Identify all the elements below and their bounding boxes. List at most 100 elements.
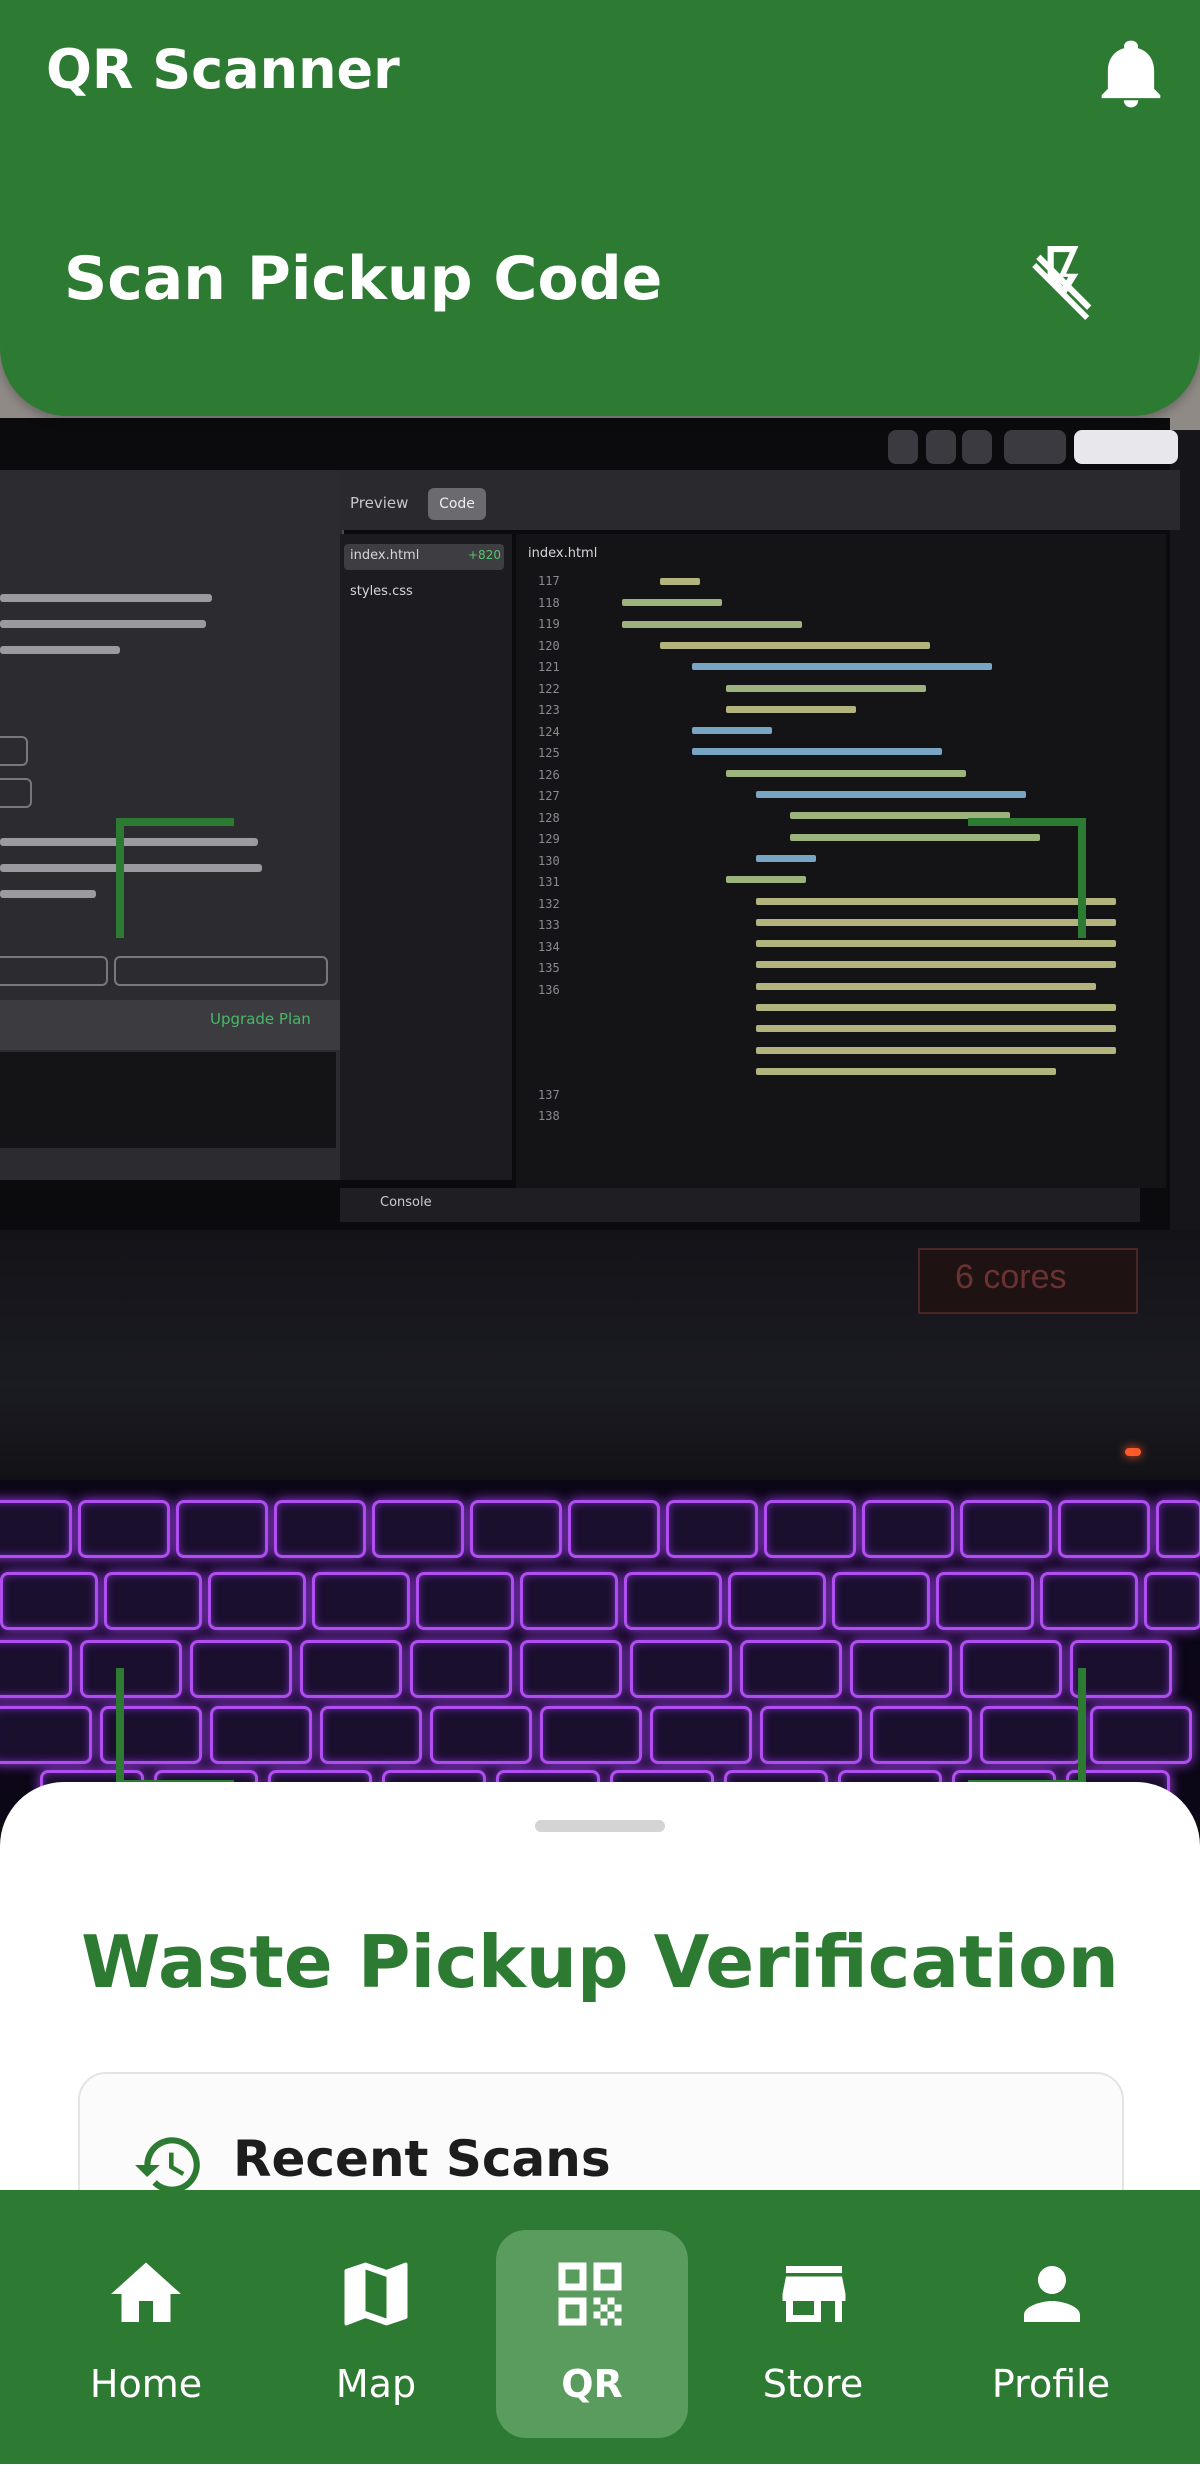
keyboard-key — [430, 1706, 532, 1764]
keyboard-key — [1144, 1572, 1200, 1630]
screen-code-line — [756, 1004, 1116, 1011]
keyboard-key — [1090, 1706, 1192, 1764]
scan-title: Scan Pickup Code — [64, 244, 663, 314]
keyboard-key — [0, 1640, 72, 1698]
screen-line-number: 137 — [538, 1088, 560, 1102]
keyboard-key — [624, 1572, 722, 1630]
screen-chat-input — [0, 1052, 336, 1148]
screen-line-number: 125 — [538, 746, 560, 760]
screen-code-line — [692, 663, 992, 671]
screen-tab-preview: Preview — [350, 494, 409, 512]
screen-line-number: 129 — [538, 832, 560, 846]
nav-label-qr: QR — [561, 2362, 623, 2406]
screen-text-line — [0, 620, 206, 628]
profile-icon — [1024, 2266, 1080, 2322]
screen-line-number: 131 — [538, 875, 560, 889]
keyboard-key — [650, 1706, 752, 1764]
screen-toolbar-button — [1074, 430, 1178, 464]
notifications-bell-icon[interactable] — [1100, 38, 1162, 110]
screen-tab-code: Code — [428, 488, 486, 520]
recent-scans-title: Recent Scans — [233, 2130, 611, 2188]
keyboard-key — [0, 1572, 98, 1630]
keyboard-key — [1058, 1500, 1150, 1558]
keyboard-key — [760, 1706, 862, 1764]
keyboard-key — [1156, 1500, 1200, 1558]
keyboard-key — [540, 1706, 642, 1764]
screen-file-badge: +820 — [468, 548, 501, 562]
keyboard-key — [520, 1640, 622, 1698]
screen-code-line — [726, 684, 926, 692]
screen-code-line — [622, 599, 722, 607]
screen-code-line — [756, 791, 1026, 798]
screen-code-line — [726, 876, 806, 884]
screen-line-number: 123 — [538, 703, 560, 717]
screen-code-line — [756, 961, 1116, 969]
nav-label-profile: Profile — [991, 2362, 1111, 2406]
home-icon — [111, 2262, 181, 2322]
screen-code-line — [756, 1046, 1116, 1054]
screen-line-number: 122 — [538, 681, 560, 696]
screen-line-number: 130 — [538, 853, 560, 868]
screen-text-line — [0, 890, 96, 898]
nav-label-store: Store — [762, 2362, 864, 2406]
keyboard-key — [410, 1640, 512, 1698]
screen-code-line — [756, 940, 1116, 948]
keyboard-key — [320, 1706, 422, 1764]
keyboard-key — [312, 1572, 410, 1630]
screen-code-line — [756, 1067, 1056, 1075]
screen-line-number: 133 — [538, 918, 560, 932]
keyboard-key — [274, 1500, 366, 1558]
screen-text-line — [0, 594, 212, 602]
map-icon — [344, 2262, 408, 2326]
laptop-sticker-text: 6 cores — [955, 1258, 1067, 1296]
screen-line-number: 120 — [538, 638, 560, 653]
keyboard-key — [870, 1706, 972, 1764]
screen-toolbar-button — [962, 430, 992, 464]
keyboard-key — [850, 1640, 952, 1698]
screen-line-number: 134 — [538, 939, 560, 954]
keyboard-key — [0, 1706, 92, 1764]
screen-code-line — [726, 705, 856, 713]
scan-frame-corner-bottom-right — [968, 1668, 1086, 1788]
screen-text-line — [0, 646, 120, 654]
sheet-drag-handle[interactable] — [535, 1820, 665, 1832]
screen-open-file: index.html — [528, 546, 598, 561]
screen-code-line — [756, 1025, 1116, 1033]
screen-line-number: 127 — [538, 789, 560, 803]
keyboard-key — [300, 1640, 402, 1698]
keyboard-key — [666, 1500, 758, 1558]
keyboard-key — [740, 1640, 842, 1698]
screen-code-line — [660, 641, 930, 649]
screen-code-line — [692, 727, 772, 735]
screen-code-line — [756, 982, 1096, 990]
laptop-led — [1125, 1448, 1141, 1456]
screen-line-number: 126 — [538, 767, 560, 782]
screen-code-line — [726, 769, 966, 777]
screen-line-number: 128 — [538, 810, 560, 825]
screen-code-line — [660, 578, 700, 585]
keyboard-key — [862, 1500, 954, 1558]
qr-code-icon — [558, 2262, 622, 2326]
store-icon — [782, 2266, 846, 2322]
screen-toolbar-button — [888, 430, 918, 464]
keyboard-key — [728, 1572, 826, 1630]
screen-line-number: 124 — [538, 724, 560, 739]
screen-line-number: 138 — [538, 1109, 560, 1123]
keyboard-key — [0, 1500, 72, 1558]
screen-toolbar-button — [926, 430, 956, 464]
screen-line-number: 119 — [538, 617, 560, 631]
keyboard-key — [960, 1500, 1052, 1558]
keyboard-key — [78, 1500, 170, 1558]
scan-frame-corner-bottom-left — [116, 1668, 234, 1788]
screen-code-line — [622, 620, 802, 628]
screen-chip — [0, 736, 28, 766]
keyboard-key — [764, 1500, 856, 1558]
keyboard-key — [1040, 1572, 1138, 1630]
nav-label-home: Home — [89, 2362, 203, 2406]
app-title: QR Scanner — [46, 38, 400, 101]
keyboard-key — [470, 1500, 562, 1558]
screen-chip — [0, 778, 32, 808]
screen-toolbar-button — [1004, 430, 1066, 464]
keyboard-key — [568, 1500, 660, 1558]
flash-off-icon[interactable] — [1026, 246, 1100, 320]
